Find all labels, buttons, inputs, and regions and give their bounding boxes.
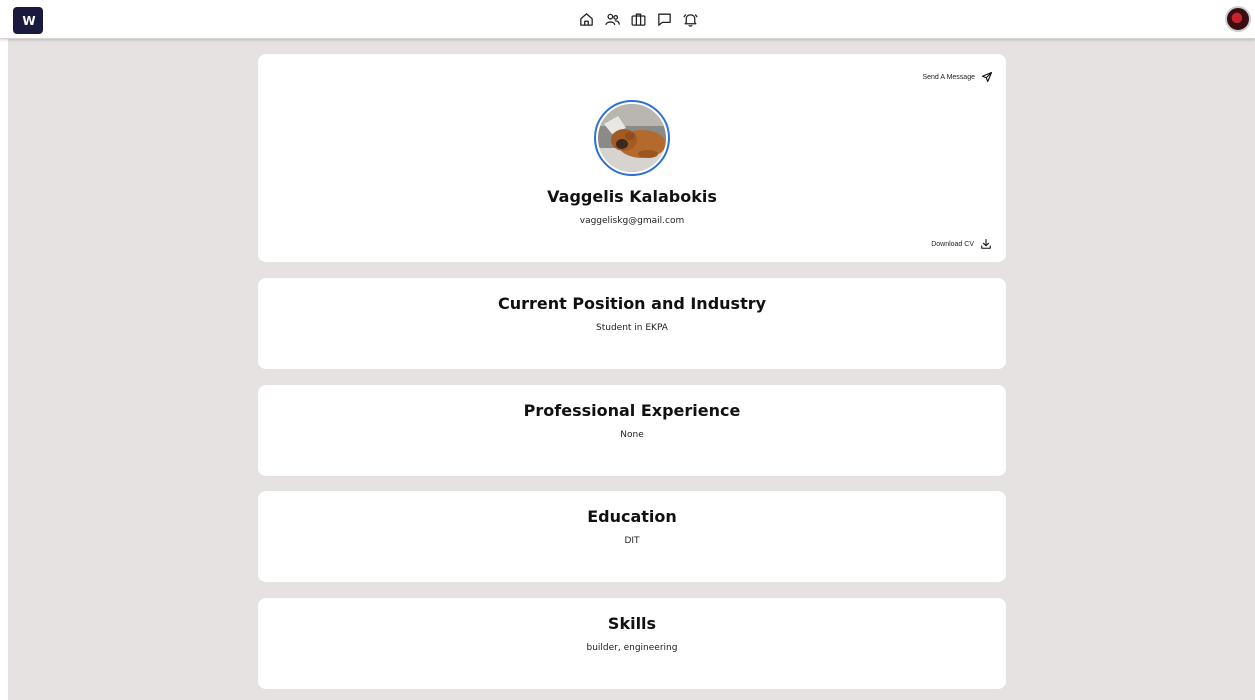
download-icon xyxy=(981,238,991,249)
send-message-button[interactable]: Send A Message xyxy=(922,71,993,83)
profile-card: Send A Message Vaggelis Kalabokis vaggel… xyxy=(258,54,1006,262)
user-avatar[interactable] xyxy=(1225,6,1251,32)
download-cv-label: Download CV xyxy=(931,240,974,248)
briefcase-icon[interactable] xyxy=(630,11,647,28)
home-icon[interactable] xyxy=(578,11,595,28)
section-value: builder, engineering xyxy=(586,643,678,653)
section-card-education: Education DIT xyxy=(258,491,1006,582)
section-card-professional-experience: Professional Experience None xyxy=(258,385,1006,476)
section-card-skills: Skills builder, engineering xyxy=(258,598,1006,689)
section-value: None xyxy=(620,430,644,440)
profile-photo xyxy=(594,100,670,176)
section-card-current-position: Current Position and Industry Student in… xyxy=(258,278,1006,369)
logo-text: W xyxy=(22,13,35,28)
top-navbar: W xyxy=(0,0,1255,39)
section-title: Current Position and Industry xyxy=(497,294,767,313)
section-title: Education xyxy=(587,507,677,526)
people-icon[interactable] xyxy=(604,11,621,28)
section-value: DIT xyxy=(624,536,640,546)
main-nav xyxy=(578,11,699,29)
left-edge-strip xyxy=(0,38,8,700)
profile-name: Vaggelis Kalabokis xyxy=(547,187,717,206)
send-message-label: Send A Message xyxy=(922,73,975,81)
chat-icon[interactable] xyxy=(656,11,673,28)
section-title: Professional Experience xyxy=(523,401,741,420)
profile-email: vaggeliskg@gmail.com xyxy=(579,216,685,226)
app-logo[interactable]: W xyxy=(13,7,43,34)
download-cv-button[interactable]: Download CV xyxy=(931,238,992,250)
bell-icon[interactable] xyxy=(682,11,699,28)
section-title: Skills xyxy=(607,614,657,633)
send-icon xyxy=(981,71,993,83)
section-value: Student in EKPA xyxy=(596,323,668,333)
